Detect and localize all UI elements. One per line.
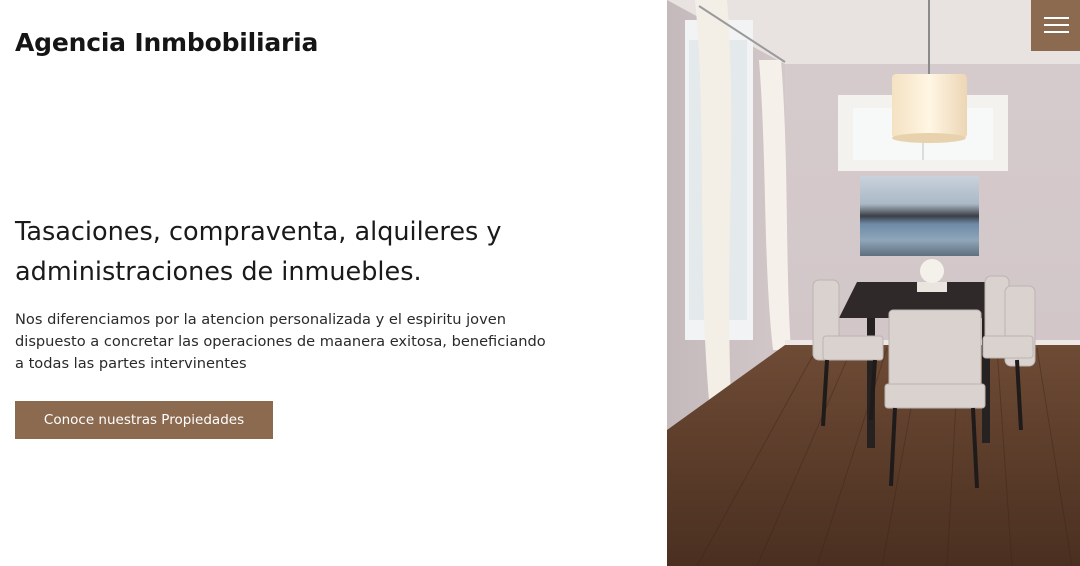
- hamburger-menu-button[interactable]: [1031, 0, 1080, 51]
- hero-text-panel: Agencia Inmbobiliaria Tasaciones, compra…: [0, 0, 667, 566]
- hero-headline: Tasaciones, compraventa, alquileres y ad…: [15, 217, 502, 287]
- brand-logo-text[interactable]: Agencia Inmbobiliaria: [15, 28, 318, 57]
- dining-room-photo: [667, 0, 1080, 566]
- view-properties-button[interactable]: Conoce nuestras Propiedades: [15, 401, 273, 439]
- hero-description: Nos diferenciamos por la atencion person…: [15, 311, 546, 372]
- hamburger-menu-icon: [1044, 17, 1069, 19]
